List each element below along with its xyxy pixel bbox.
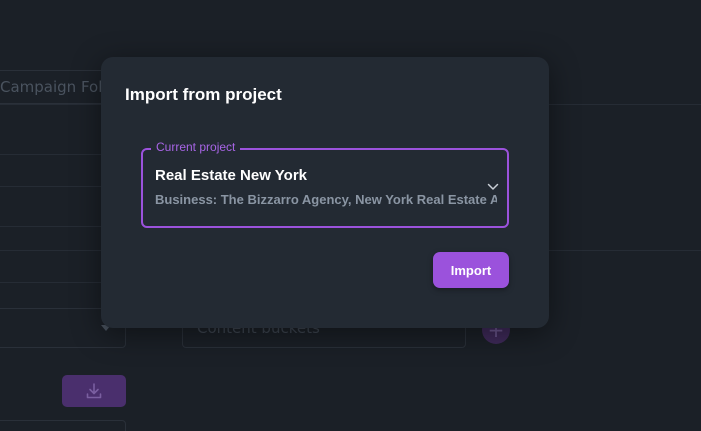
download-icon	[86, 383, 102, 399]
dialog-title: Import from project	[125, 85, 282, 104]
import-dialog: Import from project Current project Real…	[101, 57, 549, 328]
campaign-folders-tab[interactable]: Campaign Folders	[0, 70, 114, 104]
selected-project-name: Real Estate New York	[155, 167, 308, 184]
selected-project-details: Business: The Bizzarro Agency, New York …	[155, 192, 497, 207]
background-field[interactable]	[0, 420, 126, 431]
current-project-select[interactable]: Current project Real Estate New York Bus…	[141, 140, 509, 228]
import-button[interactable]: Import	[433, 252, 509, 288]
field-label: Current project	[151, 140, 241, 154]
download-button[interactable]	[62, 375, 126, 407]
chevron-down-icon[interactable]	[487, 183, 499, 191]
